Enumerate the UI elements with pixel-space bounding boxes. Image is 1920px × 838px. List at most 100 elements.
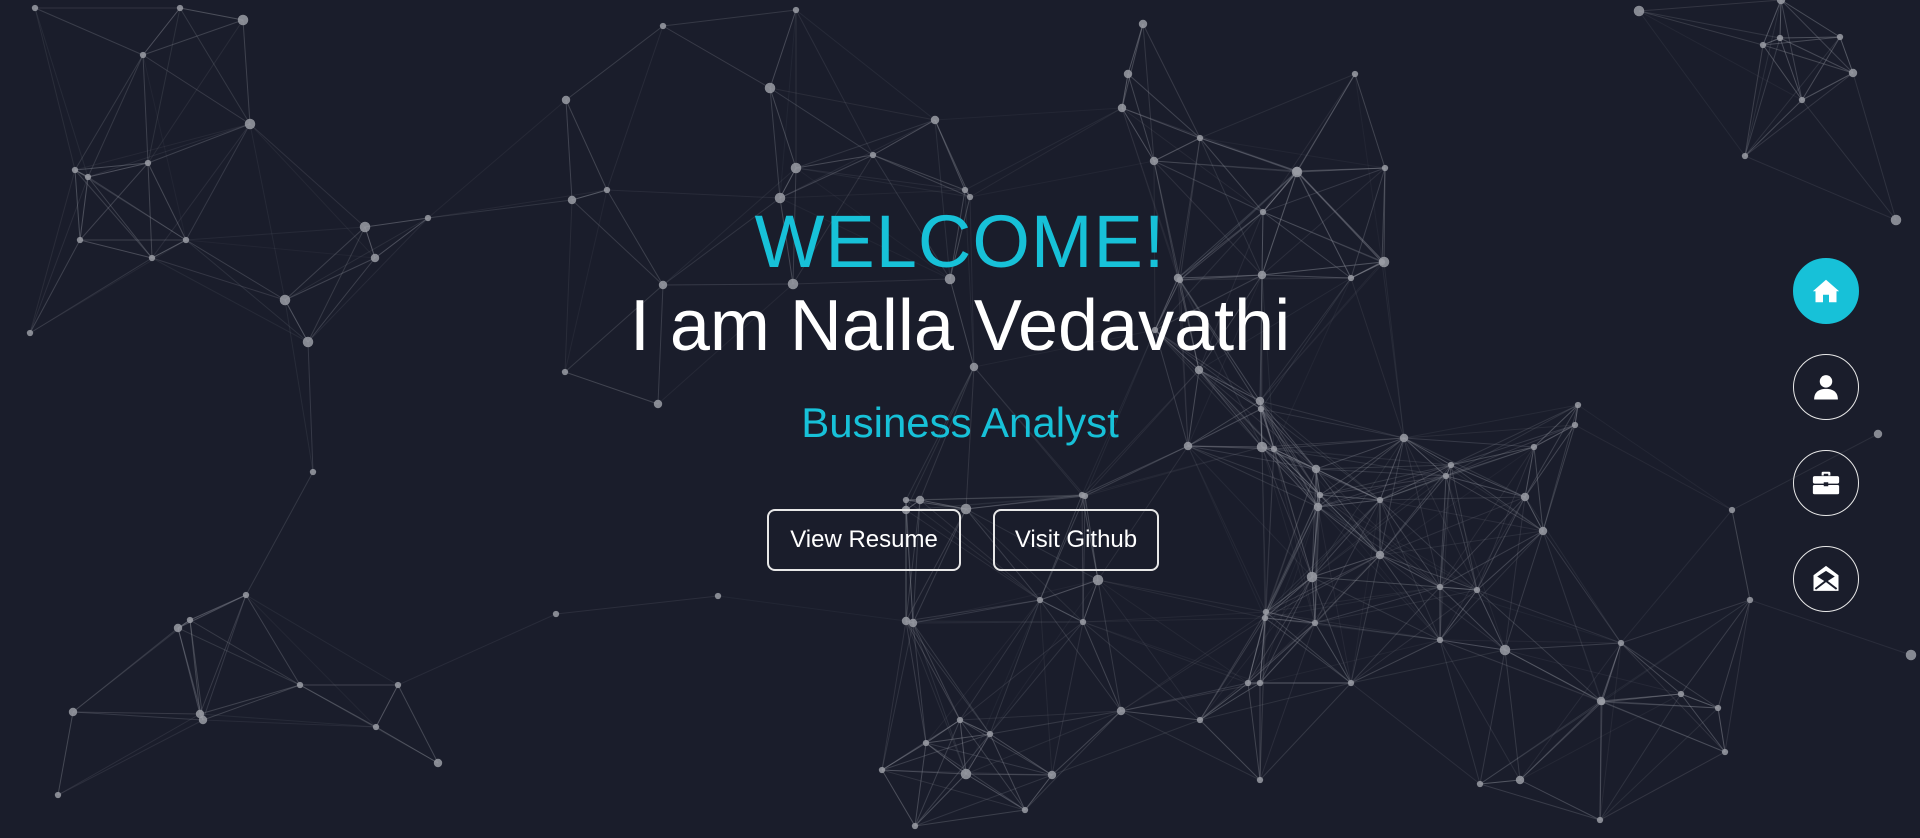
nav-home-button[interactable] bbox=[1793, 258, 1859, 324]
network-node bbox=[869, 151, 877, 159]
network-node bbox=[1123, 69, 1133, 79]
network-link bbox=[912, 599, 1041, 624]
network-link bbox=[662, 25, 771, 89]
network-link bbox=[912, 622, 991, 735]
network-node bbox=[1047, 770, 1057, 780]
network-node bbox=[1436, 583, 1444, 591]
network-node bbox=[144, 159, 152, 167]
network-node bbox=[1473, 586, 1481, 594]
network-link bbox=[881, 769, 1026, 811]
network-link bbox=[1120, 710, 1261, 781]
network-link bbox=[179, 7, 244, 21]
network-node bbox=[1311, 619, 1319, 627]
network-link bbox=[795, 9, 874, 156]
network-link bbox=[1439, 639, 1622, 644]
network-node bbox=[1261, 614, 1269, 622]
network-link bbox=[959, 719, 1053, 776]
network-link bbox=[565, 25, 664, 101]
network-link bbox=[769, 9, 797, 89]
network-link bbox=[1121, 23, 1144, 109]
network-link bbox=[934, 107, 1123, 121]
network-link bbox=[242, 19, 251, 125]
network-link bbox=[969, 107, 1123, 198]
network-link bbox=[1097, 579, 1122, 712]
view-resume-button[interactable]: View Resume bbox=[767, 509, 961, 571]
network-link bbox=[1262, 73, 1356, 213]
network-link bbox=[881, 622, 914, 771]
network-link bbox=[925, 742, 1053, 776]
network-node bbox=[1677, 690, 1685, 698]
network-node bbox=[242, 591, 250, 599]
network-link bbox=[1762, 36, 1841, 46]
network-link bbox=[1479, 783, 1601, 821]
network-link bbox=[969, 160, 1155, 198]
network-node bbox=[1079, 618, 1087, 626]
network-node bbox=[1721, 748, 1729, 756]
network-link bbox=[1296, 73, 1356, 173]
network-link bbox=[74, 54, 144, 171]
network-link bbox=[57, 713, 201, 796]
network-node bbox=[84, 173, 92, 181]
network-link bbox=[717, 595, 907, 622]
network-link bbox=[202, 594, 247, 721]
network-link bbox=[912, 579, 1099, 624]
network-link bbox=[779, 189, 966, 199]
network-link bbox=[1024, 710, 1122, 811]
network-link bbox=[1599, 693, 1682, 821]
network-link bbox=[1350, 682, 1481, 785]
network-node bbox=[1021, 806, 1029, 814]
network-link bbox=[1120, 710, 1201, 721]
network-link bbox=[912, 621, 1084, 624]
visit-github-button[interactable]: Visit Github bbox=[993, 509, 1159, 571]
network-node bbox=[1244, 679, 1252, 687]
nav-about-button[interactable] bbox=[1793, 354, 1859, 420]
network-link bbox=[1082, 621, 1249, 684]
network-node bbox=[603, 186, 611, 194]
network-link bbox=[1744, 44, 1764, 157]
network-link bbox=[555, 595, 719, 615]
network-node bbox=[1117, 103, 1127, 113]
nav-portfolio-button[interactable] bbox=[1793, 450, 1859, 516]
network-link bbox=[1599, 700, 1602, 821]
network-link bbox=[57, 719, 204, 796]
network-node bbox=[1596, 816, 1604, 824]
home-icon bbox=[1812, 279, 1840, 303]
network-link bbox=[1439, 639, 1521, 781]
network-node bbox=[561, 95, 571, 105]
hero-buttons: View Resume Visit Github bbox=[0, 509, 1920, 571]
network-link bbox=[959, 599, 1041, 721]
network-link bbox=[1439, 639, 1481, 785]
network-node bbox=[961, 186, 969, 194]
network-link bbox=[1097, 579, 1249, 684]
network-link bbox=[779, 119, 936, 199]
network-node bbox=[1116, 706, 1126, 716]
network-link bbox=[245, 594, 301, 686]
network-link bbox=[1051, 719, 1201, 776]
network-link bbox=[1199, 73, 1356, 139]
network-link bbox=[989, 621, 1084, 735]
network-node bbox=[186, 616, 194, 624]
network-link bbox=[959, 621, 1084, 721]
network-node bbox=[173, 623, 183, 633]
network-node bbox=[54, 791, 62, 799]
network-link bbox=[72, 619, 191, 713]
network-link bbox=[1051, 621, 1084, 776]
network-link bbox=[1121, 107, 1155, 162]
network-link bbox=[1852, 72, 1897, 221]
network-node bbox=[1596, 696, 1606, 706]
network-link bbox=[34, 7, 89, 178]
network-link bbox=[1247, 682, 1261, 781]
network-link bbox=[1142, 23, 1155, 162]
network-node bbox=[1776, 34, 1784, 42]
network-node bbox=[1149, 156, 1159, 166]
nav-contact-button[interactable] bbox=[1793, 546, 1859, 612]
network-link bbox=[34, 7, 144, 56]
network-link bbox=[142, 19, 244, 56]
side-navigation bbox=[1793, 258, 1863, 642]
network-link bbox=[57, 711, 74, 796]
network-node bbox=[1306, 571, 1318, 583]
network-node bbox=[1714, 704, 1722, 712]
network-link bbox=[87, 54, 144, 178]
network-node bbox=[1798, 96, 1806, 104]
network-link bbox=[375, 684, 399, 728]
